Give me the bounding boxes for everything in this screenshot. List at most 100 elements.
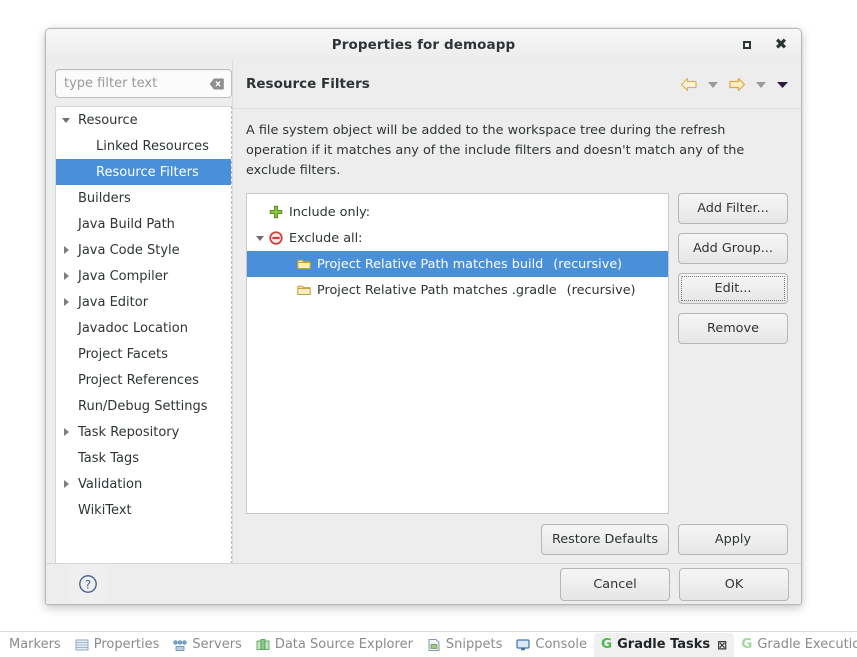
page-action-buttons: Restore Defaults Apply bbox=[246, 514, 788, 564]
filters-area: Include only:Exclude all:Project Relativ… bbox=[246, 193, 788, 514]
filter-row[interactable]: Project Relative Path matches .gradle(re… bbox=[247, 277, 668, 303]
sidebar-item-project-references[interactable]: Project References bbox=[56, 367, 231, 393]
cancel-button[interactable]: Cancel bbox=[560, 568, 670, 601]
add-group-button[interactable]: Add Group... bbox=[678, 233, 788, 264]
add-filter-button[interactable]: Add Filter... bbox=[678, 193, 788, 224]
close-icon[interactable]: ✖ bbox=[773, 37, 789, 53]
chevron-right-glyph bbox=[64, 480, 69, 488]
sidebar-item-wikitext[interactable]: WikiText bbox=[56, 497, 231, 523]
sidebar-item-label: Validation bbox=[76, 477, 142, 492]
edit-button[interactable]: Edit... bbox=[678, 273, 788, 304]
filter-row[interactable]: Project Relative Path matches build(recu… bbox=[247, 251, 668, 277]
svg-text:?: ? bbox=[85, 577, 91, 591]
sidebar-item-label: Java Code Style bbox=[76, 243, 180, 258]
view-tab-label: Gradle Tasks bbox=[617, 637, 710, 652]
snippets-icon bbox=[427, 638, 441, 652]
page-content: A file system object will be added to th… bbox=[233, 109, 801, 564]
dialog-title: Properties for demoapp bbox=[332, 37, 516, 53]
red-minus-circle-icon bbox=[267, 231, 285, 245]
chevron-right-icon[interactable] bbox=[56, 428, 76, 436]
settings-tree[interactable]: Resource Linked Resources Resource Filters… bbox=[55, 106, 232, 564]
close-x-glyph: ✖ bbox=[775, 37, 788, 52]
sidebar-item-java-build-path[interactable]: Java Build Path bbox=[56, 211, 231, 237]
view-tab-bar: Markers Properties Servers Data Source Expl… bbox=[0, 631, 857, 657]
dialog-body: Resource Linked Resources Resource Filters… bbox=[46, 60, 801, 564]
search-input[interactable] bbox=[56, 70, 231, 97]
back-arrow-icon[interactable] bbox=[680, 77, 698, 92]
sidebar-item-label: Linked Resources bbox=[76, 139, 209, 154]
sidebar-item-label: Run/Debug Settings bbox=[76, 399, 208, 414]
filter-label: Project Relative Path matches .gradle bbox=[313, 283, 557, 298]
filter-row[interactable]: Exclude all: bbox=[247, 225, 668, 251]
view-tab-properties[interactable]: Properties bbox=[68, 633, 167, 657]
clear-backspace-icon[interactable] bbox=[209, 78, 224, 90]
view-tab-close-icon[interactable]: ⊠ bbox=[717, 638, 727, 652]
view-tab-markers[interactable]: Markers bbox=[2, 633, 68, 657]
sidebar-item-java-compiler[interactable]: Java Compiler bbox=[56, 263, 231, 289]
sidebar-item-resource-filters[interactable]: Resource Filters bbox=[56, 159, 231, 185]
dialog-titlebar: Properties for demoapp ✖ bbox=[46, 29, 801, 61]
dialog-footer: ? Cancel OK bbox=[46, 563, 801, 604]
forward-menu-chevron-down-icon[interactable] bbox=[755, 80, 767, 89]
page-title: Resource Filters bbox=[246, 76, 680, 92]
forward-arrow-icon[interactable] bbox=[728, 77, 746, 92]
properties-dialog: Properties for demoapp ✖ bbox=[45, 28, 802, 605]
sidebar-item-label: Project Facets bbox=[76, 347, 168, 362]
view-tab-servers[interactable]: Servers bbox=[166, 633, 248, 657]
sidebar-item-run-debug-settings[interactable]: Run/Debug Settings bbox=[56, 393, 231, 419]
console-monitor-icon bbox=[516, 638, 530, 652]
gradle-g-icon-dim: G bbox=[741, 638, 752, 652]
sidebar-item-project-facets[interactable]: Project Facets bbox=[56, 341, 231, 367]
settings-page-panel: Resource Filters bbox=[232, 60, 801, 564]
chevron-right-icon[interactable] bbox=[56, 272, 76, 280]
filter-row[interactable]: Include only: bbox=[247, 199, 668, 225]
desktop-backdrop: Properties for demoapp ✖ bbox=[0, 0, 857, 631]
filter-textbox[interactable] bbox=[55, 69, 232, 98]
chevron-right-icon[interactable] bbox=[56, 298, 76, 306]
view-tab-label: Markers bbox=[9, 637, 61, 652]
remove-button[interactable]: Remove bbox=[678, 313, 788, 344]
sidebar-item-java-code-style[interactable]: Java Code Style bbox=[56, 237, 231, 263]
sidebar-item-label: WikiText bbox=[76, 503, 132, 518]
filters-side-buttons: Add Filter... Add Group... Edit... Remov… bbox=[678, 193, 788, 514]
sidebar-item-label: Java Editor bbox=[76, 295, 148, 310]
view-tab-gradle-tasks[interactable]: GGradle Tasks⊠ bbox=[594, 633, 734, 657]
view-tab-console[interactable]: Console bbox=[509, 633, 594, 657]
restore-defaults-button[interactable]: Restore Defaults bbox=[541, 524, 669, 555]
sidebar-item-label: Javadoc Location bbox=[76, 321, 188, 336]
back-menu-chevron-down-icon[interactable] bbox=[707, 80, 719, 89]
view-tab-snippets[interactable]: Snippets bbox=[420, 633, 509, 657]
filter-recursive-flag: (recursive) bbox=[543, 257, 622, 272]
sidebar-item-javadoc-location[interactable]: Javadoc Location bbox=[56, 315, 231, 341]
view-tab-label: Data Source Explorer bbox=[275, 637, 413, 652]
apply-button[interactable]: Apply bbox=[678, 524, 788, 555]
view-tab-label: Console bbox=[535, 637, 587, 652]
sidebar-item-java-editor[interactable]: Java Editor bbox=[56, 289, 231, 315]
page-header: Resource Filters bbox=[233, 60, 801, 109]
filter-label: Include only: bbox=[285, 205, 370, 220]
maximize-icon[interactable] bbox=[739, 37, 755, 53]
more-menu-chevron-down-icon[interactable] bbox=[776, 80, 789, 89]
chevron-right-glyph bbox=[64, 246, 69, 254]
chevron-right-icon[interactable] bbox=[56, 246, 76, 254]
view-tab-data-source-explorer[interactable]: Data Source Explorer bbox=[249, 633, 420, 657]
chevron-right-icon[interactable] bbox=[56, 480, 76, 488]
sidebar-item-task-tags[interactable]: Task Tags bbox=[56, 445, 231, 471]
chevron-right-glyph bbox=[64, 298, 69, 306]
help-question-icon[interactable]: ? bbox=[68, 564, 108, 604]
sidebar-item-builders[interactable]: Builders bbox=[56, 185, 231, 211]
chevron-down-glyph bbox=[256, 236, 264, 241]
sidebar-item-linked-resources[interactable]: Linked Resources bbox=[56, 133, 231, 159]
filters-tree[interactable]: Include only:Exclude all:Project Relativ… bbox=[246, 193, 669, 514]
ok-button[interactable]: OK bbox=[679, 568, 789, 601]
chevron-down-icon[interactable] bbox=[253, 236, 267, 241]
chevron-down-icon[interactable] bbox=[56, 118, 76, 123]
sidebar-item-task-repository[interactable]: Task Repository bbox=[56, 419, 231, 445]
sidebar-item-validation[interactable]: Validation bbox=[56, 471, 231, 497]
sidebar-item-label: Task Repository bbox=[76, 425, 179, 440]
chevron-right-glyph bbox=[64, 428, 69, 436]
view-tab-gradle-executions[interactable]: GGradle Executions bbox=[734, 633, 857, 657]
sidebar-item-resource[interactable]: Resource bbox=[56, 107, 231, 133]
sidebar-item-label: Builders bbox=[76, 191, 131, 206]
view-tab-label: Properties bbox=[94, 637, 160, 652]
